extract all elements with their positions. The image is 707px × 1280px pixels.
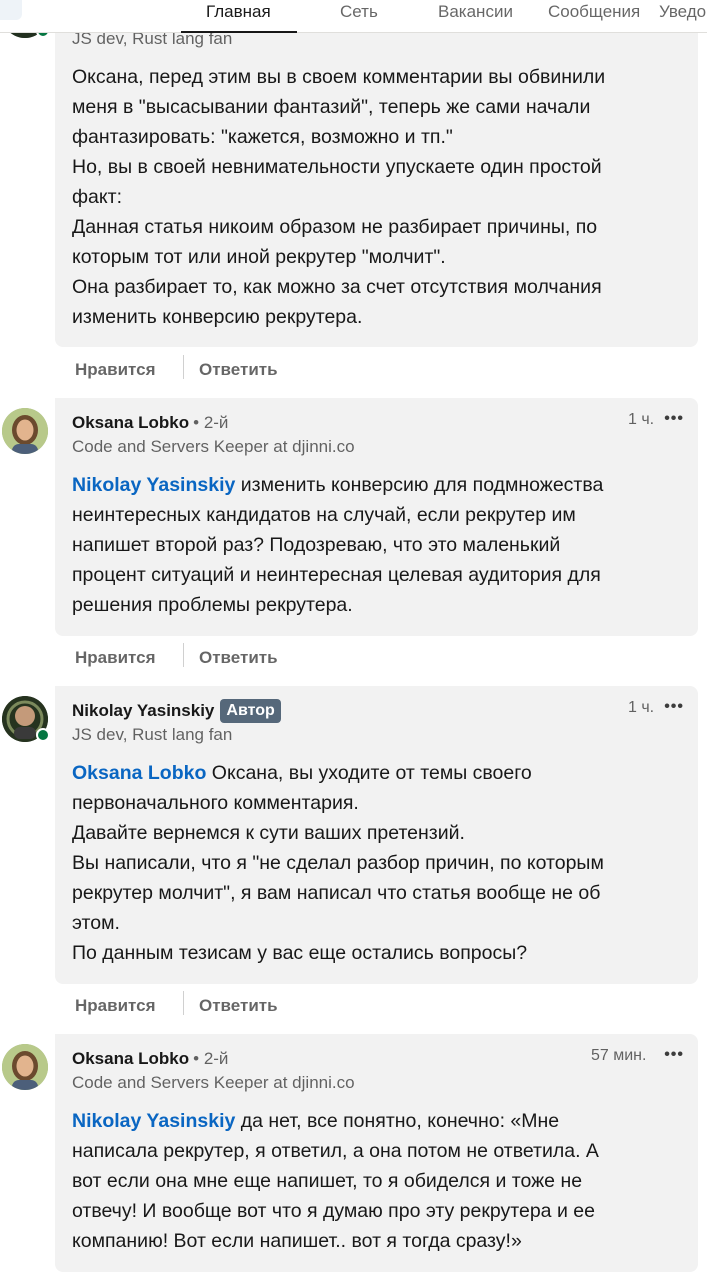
author-name-text[interactable]: Oksana Lobko — [72, 1049, 189, 1068]
comment-timestamp: 1 ч. — [628, 699, 655, 716]
actions-divider — [183, 991, 184, 1015]
author-name-text[interactable]: Nikolay Yasinskiy — [72, 701, 214, 720]
search-box-stub[interactable] — [0, 0, 22, 20]
mention-link[interactable]: Nikolay Yasinskiy — [72, 1110, 235, 1132]
comment-bubble: JS dev, Rust lang fan Оксана, перед этим… — [55, 0, 698, 347]
author-name[interactable]: Oksana Lobko • 2-й — [72, 413, 228, 433]
like-button[interactable]: Нравится — [75, 996, 156, 1016]
comment-text: Оксана, перед этим вы в своем комментари… — [72, 62, 682, 332]
mention-link[interactable]: Oksana Lobko — [72, 762, 206, 784]
comment-line: Вы написали, что я "не сделал разбор при… — [72, 852, 604, 874]
reply-button[interactable]: Ответить — [199, 360, 278, 380]
nav-jobs[interactable]: Вакансии — [438, 0, 513, 32]
connection-degree: • 2-й — [193, 1049, 229, 1068]
like-button[interactable]: Нравится — [75, 360, 156, 380]
avatar[interactable] — [2, 1044, 48, 1090]
author-name[interactable]: Nikolay Yasinskiy Автор — [72, 699, 281, 723]
comment-timestamp: 57 мин. — [591, 1047, 647, 1064]
more-options-icon[interactable]: ••• — [664, 1046, 684, 1064]
comment-line: которым тот или иной рекрутер "молчит". — [72, 246, 446, 268]
comment-line: Данная статья никоим образом не разбирае… — [72, 216, 598, 238]
top-navigation: Главная Сеть Вакансии Сообщения Уведо — [0, 0, 707, 33]
comment-line: Оксана, вы уходите от темы своего — [206, 762, 532, 784]
comment-line: факт: — [72, 186, 122, 208]
comment-line: рекрутер молчит", я вам написал что стат… — [72, 882, 601, 904]
reply-button[interactable]: Ответить — [199, 648, 278, 668]
comment-bubble: Oksana Lobko • 2-й Code and Servers Keepe… — [55, 1034, 698, 1272]
comment-text: Nikolay Yasinskiy изменить конверсию для… — [72, 470, 682, 620]
comment-line: Но, вы в своей невнимательности упускает… — [72, 156, 602, 178]
comment-line: написала рекрутер, я ответил, а она пото… — [72, 1140, 599, 1162]
avatar-photo — [2, 408, 48, 454]
comment-line: Давайте вернемся к сути ваших претензий. — [72, 822, 465, 844]
comment-line: Она разбирает то, как можно за счет отсу… — [72, 276, 602, 298]
comment-line: По данным тезисам у вас еще остались воп… — [72, 942, 528, 964]
comment-line: напишет второй раз? Подозреваю, что это … — [72, 534, 561, 556]
comment-bubble: Nikolay Yasinskiy Автор JS dev, Rust lang… — [55, 686, 698, 984]
actions-divider — [183, 643, 184, 667]
mention-link[interactable]: Nikolay Yasinskiy — [72, 474, 235, 496]
comment-line: да нет, все понятно, конечно: «Мне — [235, 1110, 560, 1132]
comment-line: вот если она мне еще напишет, то я обиде… — [72, 1170, 583, 1192]
avatar[interactable] — [2, 408, 48, 454]
author-headline: JS dev, Rust lang fan — [72, 725, 233, 744]
comment-line: изменить конверсию рекрутера. — [72, 306, 363, 328]
comment-line: первоначального комментария. — [72, 792, 359, 814]
comment-line: меня в "высасывании фантазий", теперь же… — [72, 96, 591, 118]
comment-line: неинтересных кандидатов на случай, если … — [72, 504, 576, 526]
like-button[interactable]: Нравится — [75, 648, 156, 668]
author-name[interactable]: Oksana Lobko • 2-й — [72, 1049, 228, 1069]
comment-line: решения проблемы рекрутера. — [72, 594, 353, 616]
avatar-photo — [2, 1044, 48, 1090]
nav-notifications[interactable]: Уведо — [659, 0, 706, 32]
comment-line: изменить конверсию для подмножества — [235, 474, 604, 496]
comment-bubble: Oksana Lobko • 2-й Code and Servers Keepe… — [55, 398, 698, 636]
nav-home[interactable]: Главная — [181, 0, 297, 33]
comment-text: Oksana Lobko Оксана, вы уходите от темы … — [72, 758, 682, 968]
connection-degree: • 2-й — [193, 413, 229, 432]
comment-text: Nikolay Yasinskiy да нет, все понятно, к… — [72, 1106, 682, 1256]
author-headline: Code and Servers Keeper at djinni.co — [72, 437, 355, 456]
more-options-icon[interactable]: ••• — [664, 410, 684, 428]
actions-divider — [183, 355, 184, 379]
comment-line: Оксана, перед этим вы в своем комментари… — [72, 66, 606, 88]
author-name-text[interactable]: Oksana Lobko — [72, 413, 189, 432]
author-headline: Code and Servers Keeper at djinni.co — [72, 1073, 355, 1092]
more-options-icon[interactable]: ••• — [664, 698, 684, 716]
comment-line: этом. — [72, 912, 120, 934]
author-badge: Автор — [220, 699, 281, 723]
comment-line: отвечу! И вообще вот что я думаю про эту… — [72, 1200, 595, 1222]
comment-line: фантазировать: "кажется, возможно и тп." — [72, 126, 453, 148]
online-status-indicator — [36, 728, 50, 742]
comment-timestamp: 1 ч. — [628, 411, 655, 428]
nav-messaging[interactable]: Сообщения — [548, 0, 640, 32]
comment-line: процент ситуаций и неинтересная целевая … — [72, 564, 601, 586]
comment-line: компанию! Вот если напишет.. вот я тогда… — [72, 1230, 522, 1252]
reply-button[interactable]: Ответить — [199, 996, 278, 1016]
nav-network[interactable]: Сеть — [340, 0, 378, 32]
avatar[interactable] — [2, 696, 50, 742]
